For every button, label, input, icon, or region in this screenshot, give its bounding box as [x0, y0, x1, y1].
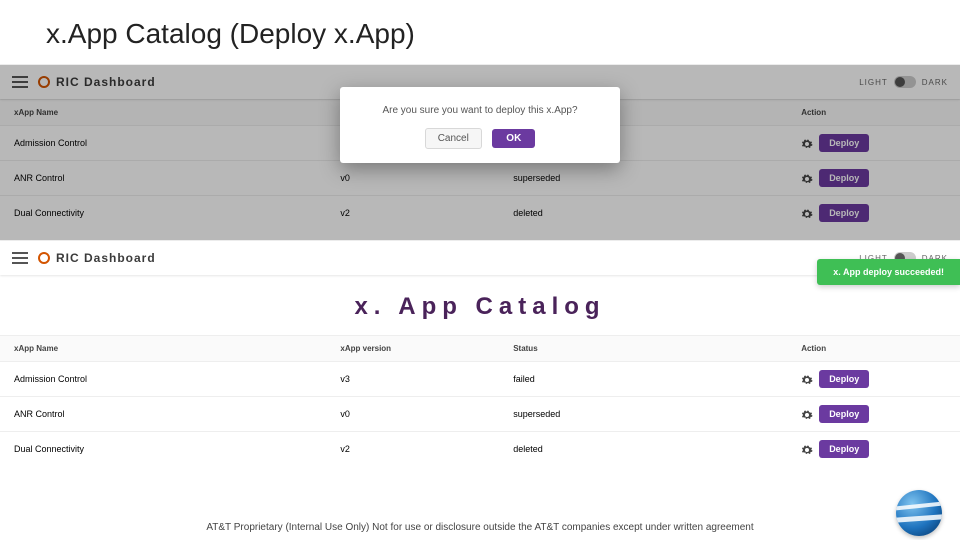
ok-button[interactable]: OK: [492, 129, 535, 148]
cancel-button[interactable]: Cancel: [425, 128, 482, 149]
deploy-button[interactable]: Deploy: [819, 440, 869, 458]
att-logo-icon: [896, 490, 942, 536]
appbar: RIC Dashboard LIGHT DARK: [0, 241, 960, 275]
col-name: xApp Name: [0, 336, 326, 362]
cell-version: v2: [326, 432, 499, 467]
col-status: Status: [499, 336, 787, 362]
success-toast: x. App deploy succeeded!: [817, 259, 960, 285]
menu-icon[interactable]: [12, 252, 28, 264]
panel-success: RIC Dashboard LIGHT DARK x. App deploy s…: [0, 240, 960, 470]
deploy-button[interactable]: Deploy: [819, 405, 869, 423]
modal-message: Are you sure you want to deploy this x.A…: [356, 105, 604, 116]
cell-name: Admission Control: [0, 362, 326, 397]
deploy-button[interactable]: Deploy: [819, 370, 869, 388]
brand: RIC Dashboard: [38, 251, 156, 265]
page-title: x. App Catalog: [0, 275, 960, 335]
slide-title: x.App Catalog (Deploy x.App): [0, 0, 960, 64]
table-row: ANR Control v0 superseded Deploy: [0, 397, 960, 432]
table-row: Admission Control v3 failed Deploy: [0, 362, 960, 397]
col-action: Action: [787, 336, 960, 362]
gear-icon[interactable]: [801, 409, 813, 421]
confirm-modal: Are you sure you want to deploy this x.A…: [340, 87, 620, 163]
col-version: xApp version: [326, 336, 499, 362]
cell-version: v3: [326, 362, 499, 397]
brand-logo-icon: [38, 252, 50, 264]
cell-version: v0: [326, 397, 499, 432]
cell-status: deleted: [499, 432, 787, 467]
table-row: Dual Connectivity v2 deleted Deploy: [0, 432, 960, 467]
brand-text: RIC Dashboard: [56, 251, 156, 265]
xapp-table: xApp Name xApp version Status Action Adm…: [0, 335, 960, 466]
gear-icon[interactable]: [801, 444, 813, 456]
footer-disclaimer: AT&T Proprietary (Internal Use Only) Not…: [0, 521, 960, 534]
gear-icon[interactable]: [801, 374, 813, 386]
cell-status: failed: [499, 362, 787, 397]
cell-status: superseded: [499, 397, 787, 432]
cell-name: ANR Control: [0, 397, 326, 432]
cell-name: Dual Connectivity: [0, 432, 326, 467]
panel-confirm: RIC Dashboard LIGHT DARK xApp Name xApp …: [0, 64, 960, 240]
